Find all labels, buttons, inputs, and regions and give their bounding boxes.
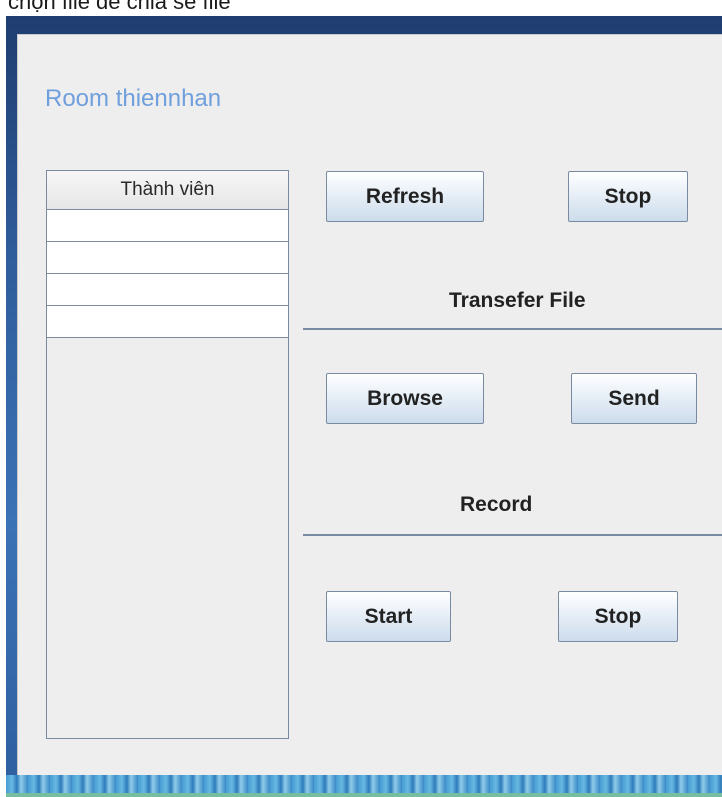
send-button[interactable]: Send <box>571 373 697 424</box>
table-row[interactable] <box>47 242 288 274</box>
refresh-button[interactable]: Refresh <box>326 171 484 222</box>
members-table[interactable]: Thành viên <box>46 170 289 739</box>
table-row[interactable] <box>47 274 288 306</box>
members-table-header[interactable]: Thành viên <box>47 171 288 210</box>
record-separator <box>303 534 722 536</box>
record-title: Record <box>460 493 533 516</box>
top-caption-text: chọn file để chia sẻ file <box>8 0 231 14</box>
table-row[interactable] <box>47 210 288 242</box>
stop-record-button[interactable]: Stop <box>558 591 678 642</box>
browse-button[interactable]: Browse <box>326 373 484 424</box>
window-bottom-border <box>6 775 722 797</box>
transfer-file-title: Transefer File <box>449 289 586 312</box>
room-panel: Room thiennhan Thành viên Refresh Stop T… <box>17 34 722 775</box>
transfer-separator <box>303 328 722 330</box>
room-title: Room thiennhan <box>45 85 222 112</box>
stop-button[interactable]: Stop <box>568 171 688 222</box>
table-row[interactable] <box>47 306 288 338</box>
start-record-button[interactable]: Start <box>326 591 451 642</box>
